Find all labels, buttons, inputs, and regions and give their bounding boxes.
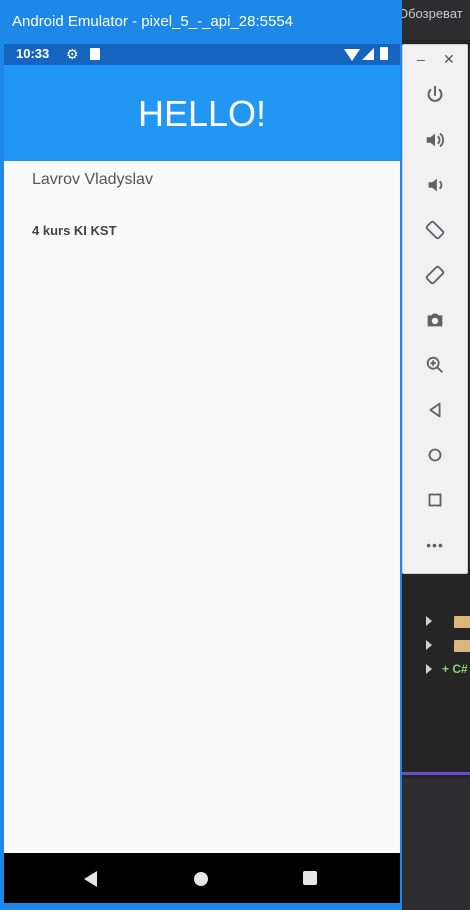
close-button[interactable]: ✕ (443, 51, 455, 68)
emulator-window: Android Emulator - pixel_5_-_api_28:5554… (0, 0, 402, 910)
more-icon: ••• (426, 537, 444, 553)
rotate-left-button[interactable] (403, 210, 467, 250)
app-bar: HELLO! (4, 65, 400, 161)
nav-recents-icon[interactable] (303, 871, 317, 885)
power-button[interactable] (403, 75, 467, 115)
overview-button[interactable] (403, 480, 467, 520)
wifi-icon (344, 49, 360, 61)
home-icon (428, 448, 442, 462)
android-nav-bar (4, 853, 400, 903)
expand-arrow-icon[interactable] (426, 664, 432, 674)
tree-row[interactable]: + C# (400, 660, 470, 682)
rotate-right-icon (425, 265, 445, 285)
minimize-button[interactable]: – (417, 51, 425, 67)
volume-down-icon (428, 178, 443, 192)
nav-home-icon[interactable] (194, 872, 208, 886)
nav-back-icon[interactable] (84, 871, 97, 887)
emulator-title: Android Emulator - pixel_5_-_api_28:5554 (12, 13, 294, 30)
zoom-icon (426, 356, 443, 373)
back-icon (429, 402, 441, 418)
back-button[interactable] (403, 390, 467, 430)
volume-up-icon (426, 132, 444, 148)
folder-icon (454, 616, 470, 628)
expand-arrow-icon[interactable] (426, 616, 432, 626)
emulator-side-toolbar: – ✕ ••• (402, 44, 468, 574)
app-title: HELLO! (137, 93, 267, 134)
ide-solution-tree: + C# (400, 600, 470, 770)
zoom-button[interactable] (403, 345, 467, 385)
settings-notification-icon: ⚙ (66, 46, 79, 62)
tree-row[interactable] (400, 636, 470, 658)
sd-card-icon (90, 48, 100, 60)
ide-divider (400, 772, 470, 775)
app-content: Lavrov Vladyslav 4 kurs KI KST (4, 161, 400, 853)
rotate-left-icon (425, 220, 445, 240)
tree-row[interactable] (400, 612, 470, 634)
volume-up-button[interactable] (403, 120, 467, 160)
folder-icon (454, 640, 470, 652)
course-label: 4 kurs KI KST (32, 223, 117, 238)
overview-icon (428, 493, 442, 507)
screenshot-button[interactable] (403, 300, 467, 340)
power-icon (427, 85, 443, 102)
more-button[interactable]: ••• (403, 525, 467, 565)
status-time: 10:33 (16, 46, 50, 61)
emulator-title-bar[interactable]: Android Emulator - pixel_5_-_api_28:5554 (0, 0, 402, 44)
student-name: Lavrov Vladyslav (32, 171, 153, 188)
expand-arrow-icon[interactable] (426, 640, 432, 650)
cell-signal-icon (362, 48, 374, 60)
home-button[interactable] (403, 435, 467, 475)
ide-solution-explorer-title: Обозреват (398, 6, 463, 21)
battery-icon (380, 47, 388, 60)
volume-down-button[interactable] (403, 165, 467, 205)
android-status-bar: 10:33 ⚙ (4, 44, 400, 65)
csharp-file-icon: + C# (442, 662, 468, 676)
rotate-right-button[interactable] (403, 255, 467, 295)
camera-icon (427, 313, 443, 327)
ide-lower-panel (400, 778, 470, 910)
